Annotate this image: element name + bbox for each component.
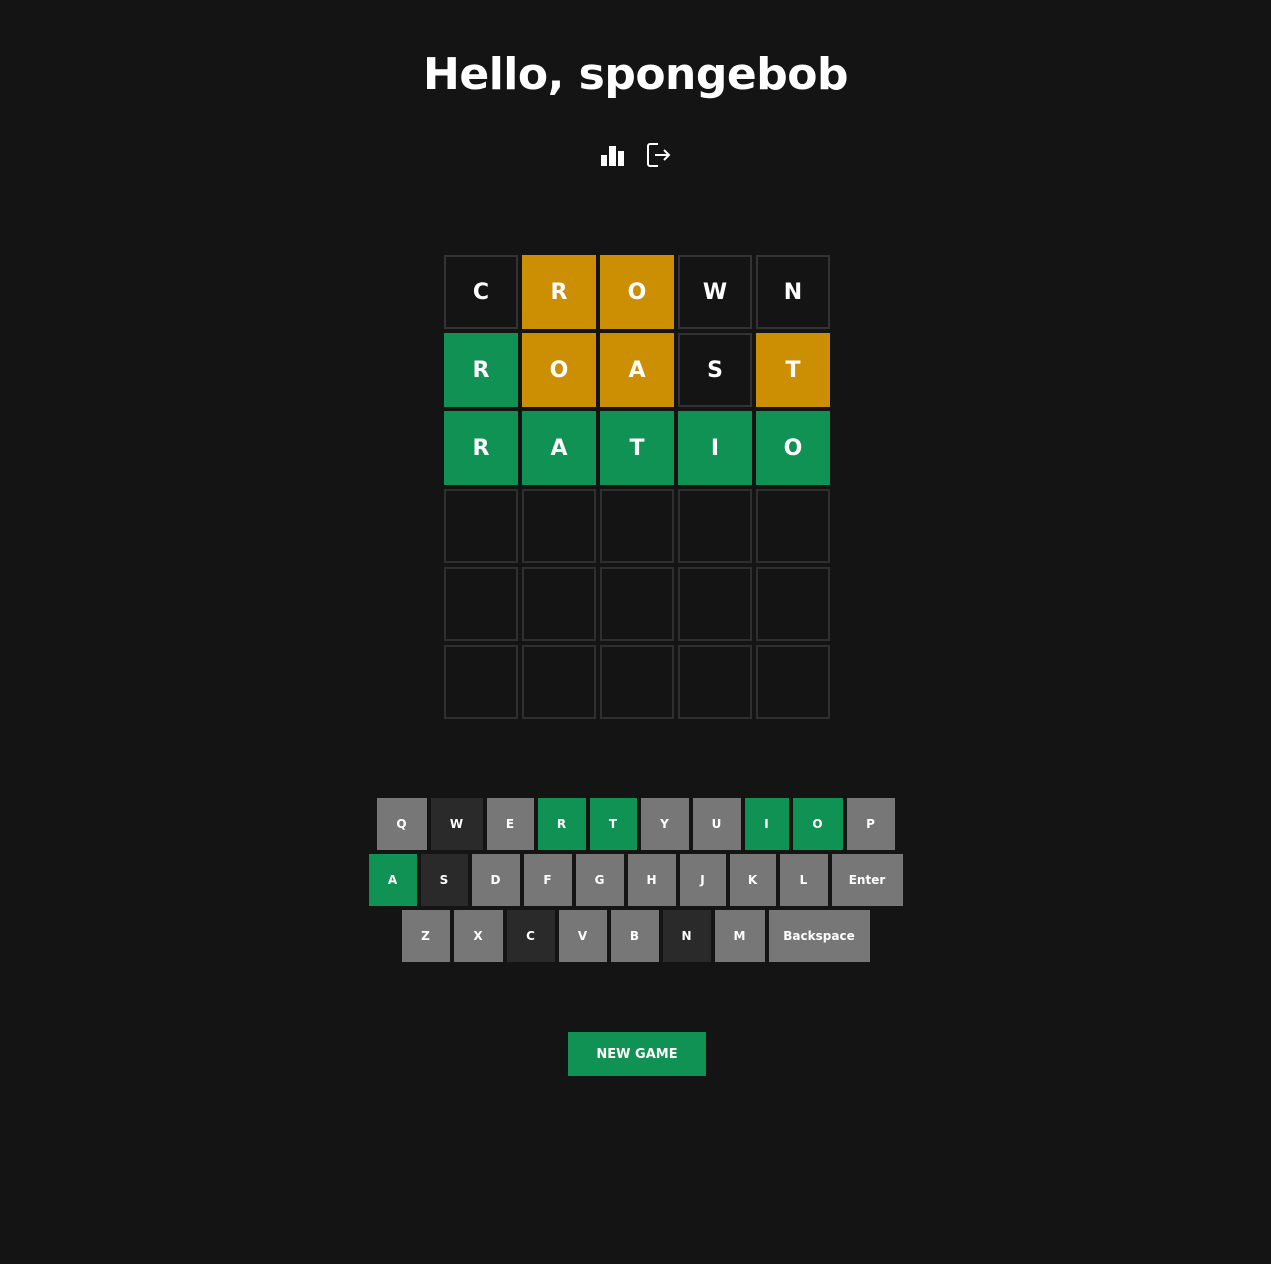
key-k[interactable]: K [729, 854, 776, 906]
board-tile: R [522, 255, 596, 329]
key-v[interactable]: V [558, 910, 607, 962]
board-tile [756, 645, 830, 719]
board-tile [600, 645, 674, 719]
key-e[interactable]: E [486, 798, 534, 850]
board-tile: W [678, 255, 752, 329]
key-j[interactable]: J [679, 854, 726, 906]
board-tile: N [756, 255, 830, 329]
page-title: Hello, spongebob [423, 49, 848, 100]
board-tile [522, 567, 596, 641]
keyboard-row: A S D F G H J K L Enter [0, 854, 1271, 906]
board-tile [756, 567, 830, 641]
key-backspace[interactable]: Backspace [768, 910, 870, 962]
key-p[interactable]: P [846, 798, 895, 850]
key-b[interactable]: B [610, 910, 659, 962]
key-c[interactable]: C [506, 910, 555, 962]
key-o[interactable]: O [792, 798, 843, 850]
board-tile: T [756, 333, 830, 407]
header-actions [0, 140, 1271, 170]
board-tile [522, 489, 596, 563]
board-tile: I [678, 411, 752, 485]
key-r[interactable]: R [537, 798, 586, 850]
board-tile: R [444, 333, 518, 407]
board-tile [678, 489, 752, 563]
key-d[interactable]: D [471, 854, 520, 906]
key-x[interactable]: X [453, 910, 503, 962]
guess-board: CROWNROASTRATIO [444, 255, 830, 719]
game-page: Hello, spongebob CROWNROASTRATIO QWERTYU… [0, 0, 1271, 1264]
on-screen-keyboard: Q W E R T Y U I O P A S D F G H J K L Enter Z X C V B N M Backspace [0, 798, 1271, 966]
key-y[interactable]: Y [640, 798, 689, 850]
board-tile: C [444, 255, 518, 329]
board-tile [678, 567, 752, 641]
board-tile: A [600, 333, 674, 407]
board-tile: O [756, 411, 830, 485]
key-h[interactable]: H [627, 854, 676, 906]
key-u[interactable]: U [692, 798, 741, 850]
key-l[interactable]: L [779, 854, 828, 906]
board-tile [444, 567, 518, 641]
board-tile: O [600, 255, 674, 329]
key-s[interactable]: S [420, 854, 468, 906]
key-q[interactable]: Q [376, 798, 427, 850]
key-enter[interactable]: Enter [831, 854, 903, 906]
board-tile: S [678, 333, 752, 407]
key-f[interactable]: F [523, 854, 572, 906]
board-tile [522, 645, 596, 719]
board-tile [444, 645, 518, 719]
board-tile: O [522, 333, 596, 407]
board-tile [444, 489, 518, 563]
board-tile: R [444, 411, 518, 485]
new-game-button[interactable]: NEW GAME [568, 1032, 706, 1076]
key-a[interactable]: A [368, 854, 417, 906]
key-i[interactable]: I [744, 798, 789, 850]
key-t[interactable]: T [589, 798, 637, 850]
logout-icon[interactable] [646, 140, 672, 170]
keyboard-row: Z X C V B N M Backspace [0, 910, 1271, 962]
keyboard-row: QWERTYUIOP [0, 798, 1271, 850]
key-z[interactable]: Z [401, 910, 450, 962]
board-tile [756, 489, 830, 563]
stats-icon[interactable] [600, 140, 626, 170]
board-tile: A [522, 411, 596, 485]
board-tile [600, 567, 674, 641]
key-w[interactable]: W [430, 798, 483, 850]
board-tile [678, 645, 752, 719]
board-tile: T [600, 411, 674, 485]
key-m[interactable]: M [714, 910, 765, 962]
key-n[interactable]: N [662, 910, 711, 962]
board-tile [600, 489, 674, 563]
key-g[interactable]: G [575, 854, 624, 906]
